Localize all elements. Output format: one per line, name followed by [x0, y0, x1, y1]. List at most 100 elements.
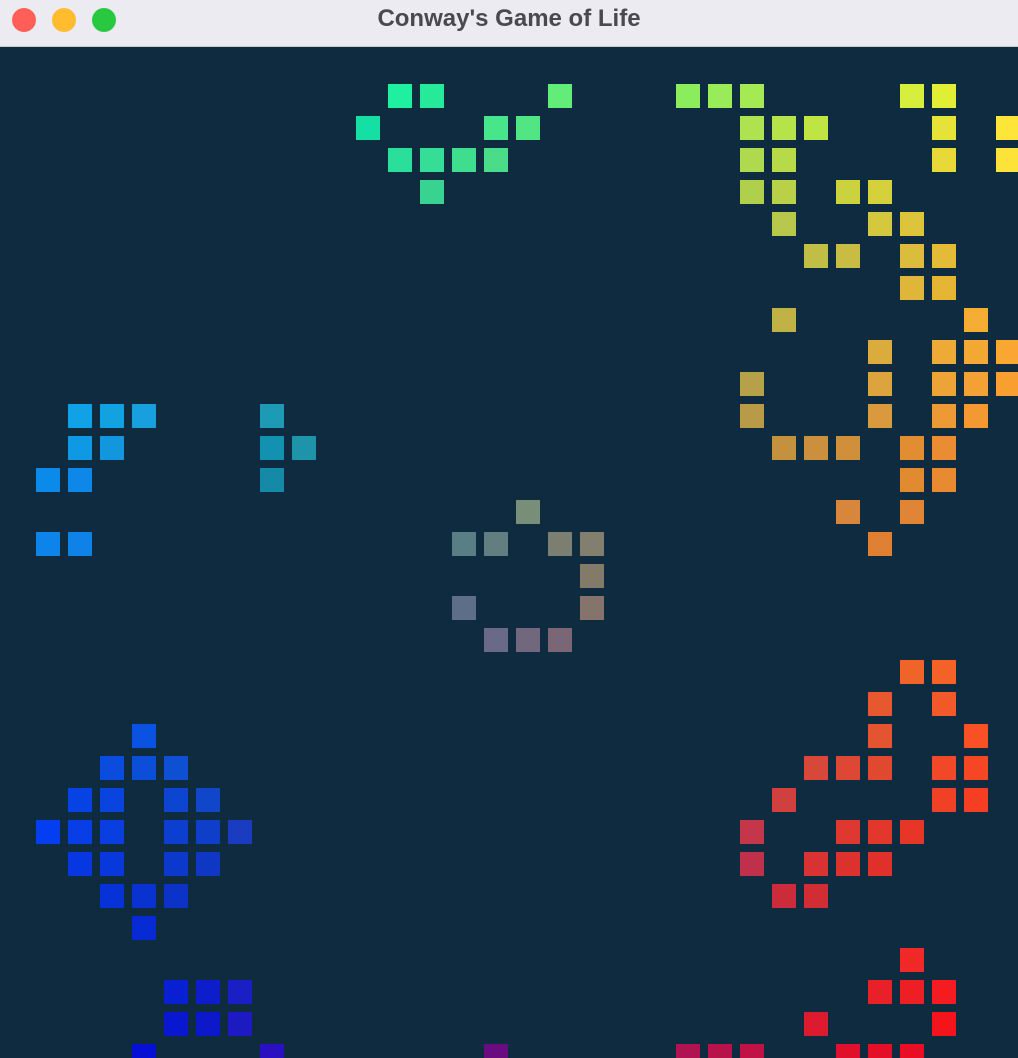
live-cell[interactable]	[740, 852, 764, 876]
live-cell[interactable]	[932, 980, 956, 1004]
live-cell[interactable]	[932, 116, 956, 140]
live-cell[interactable]	[868, 372, 892, 396]
live-cell[interactable]	[964, 404, 988, 428]
live-cell[interactable]	[228, 820, 252, 844]
game-board[interactable]	[0, 48, 1018, 1058]
live-cell[interactable]	[932, 660, 956, 684]
live-cell[interactable]	[868, 404, 892, 428]
live-cell[interactable]	[228, 1012, 252, 1036]
live-cell[interactable]	[548, 532, 572, 556]
live-cell[interactable]	[964, 308, 988, 332]
live-cell[interactable]	[868, 756, 892, 780]
live-cell[interactable]	[580, 564, 604, 588]
live-cell[interactable]	[68, 788, 92, 812]
live-cell[interactable]	[836, 244, 860, 268]
live-cell[interactable]	[132, 884, 156, 908]
live-cell[interactable]	[836, 756, 860, 780]
live-cell[interactable]	[132, 916, 156, 940]
live-cell[interactable]	[516, 116, 540, 140]
live-cell[interactable]	[932, 276, 956, 300]
live-cell[interactable]	[356, 116, 380, 140]
live-cell[interactable]	[164, 884, 188, 908]
live-cell[interactable]	[388, 148, 412, 172]
live-cell[interactable]	[740, 820, 764, 844]
live-cell[interactable]	[868, 820, 892, 844]
live-cell[interactable]	[260, 436, 284, 460]
live-cell[interactable]	[804, 1012, 828, 1036]
live-cell[interactable]	[804, 116, 828, 140]
live-cell[interactable]	[868, 212, 892, 236]
live-cell[interactable]	[580, 596, 604, 620]
live-cell[interactable]	[100, 788, 124, 812]
live-cell[interactable]	[484, 148, 508, 172]
live-cell[interactable]	[100, 820, 124, 844]
live-cell[interactable]	[868, 340, 892, 364]
live-cell[interactable]	[900, 980, 924, 1004]
live-cell[interactable]	[164, 756, 188, 780]
live-cell[interactable]	[964, 756, 988, 780]
live-cell[interactable]	[996, 148, 1018, 172]
live-cell[interactable]	[772, 308, 796, 332]
live-cell[interactable]	[68, 532, 92, 556]
live-cell[interactable]	[900, 1044, 924, 1058]
live-cell[interactable]	[676, 84, 700, 108]
live-cell[interactable]	[900, 276, 924, 300]
live-cell[interactable]	[868, 532, 892, 556]
live-cell[interactable]	[900, 948, 924, 972]
live-cell[interactable]	[740, 148, 764, 172]
live-cell[interactable]	[228, 980, 252, 1004]
live-cell[interactable]	[868, 852, 892, 876]
live-cell[interactable]	[804, 436, 828, 460]
live-cell[interactable]	[260, 468, 284, 492]
live-cell[interactable]	[900, 660, 924, 684]
live-cell[interactable]	[516, 500, 540, 524]
live-cell[interactable]	[516, 628, 540, 652]
live-cell[interactable]	[100, 852, 124, 876]
live-cell[interactable]	[100, 404, 124, 428]
live-cell[interactable]	[68, 820, 92, 844]
live-cell[interactable]	[804, 884, 828, 908]
live-cell[interactable]	[740, 116, 764, 140]
live-cell[interactable]	[964, 788, 988, 812]
live-cell[interactable]	[900, 820, 924, 844]
live-cell[interactable]	[932, 404, 956, 428]
live-cell[interactable]	[292, 436, 316, 460]
live-cell[interactable]	[932, 148, 956, 172]
live-cell[interactable]	[772, 148, 796, 172]
live-cell[interactable]	[772, 788, 796, 812]
live-cell[interactable]	[772, 180, 796, 204]
live-cell[interactable]	[900, 500, 924, 524]
live-cell[interactable]	[836, 500, 860, 524]
live-cell[interactable]	[740, 1044, 764, 1058]
live-cell[interactable]	[804, 756, 828, 780]
live-cell[interactable]	[484, 628, 508, 652]
live-cell[interactable]	[132, 756, 156, 780]
live-cell[interactable]	[740, 372, 764, 396]
live-cell[interactable]	[996, 372, 1018, 396]
live-cell[interactable]	[132, 724, 156, 748]
live-cell[interactable]	[132, 1044, 156, 1058]
live-cell[interactable]	[740, 404, 764, 428]
live-cell[interactable]	[420, 84, 444, 108]
live-cell[interactable]	[164, 1012, 188, 1036]
live-cell[interactable]	[772, 436, 796, 460]
live-cell[interactable]	[740, 180, 764, 204]
live-cell[interactable]	[420, 180, 444, 204]
live-cell[interactable]	[708, 1044, 732, 1058]
live-cell[interactable]	[836, 436, 860, 460]
live-cell[interactable]	[196, 820, 220, 844]
live-cell[interactable]	[484, 532, 508, 556]
live-cell[interactable]	[196, 980, 220, 1004]
live-cell[interactable]	[932, 692, 956, 716]
live-cell[interactable]	[964, 372, 988, 396]
live-cell[interactable]	[932, 436, 956, 460]
live-cell[interactable]	[772, 884, 796, 908]
live-cell[interactable]	[964, 724, 988, 748]
live-cell[interactable]	[548, 84, 572, 108]
live-cell[interactable]	[804, 852, 828, 876]
live-cell[interactable]	[932, 756, 956, 780]
live-cell[interactable]	[452, 148, 476, 172]
live-cell[interactable]	[164, 980, 188, 1004]
live-cell[interactable]	[868, 980, 892, 1004]
live-cell[interactable]	[772, 212, 796, 236]
